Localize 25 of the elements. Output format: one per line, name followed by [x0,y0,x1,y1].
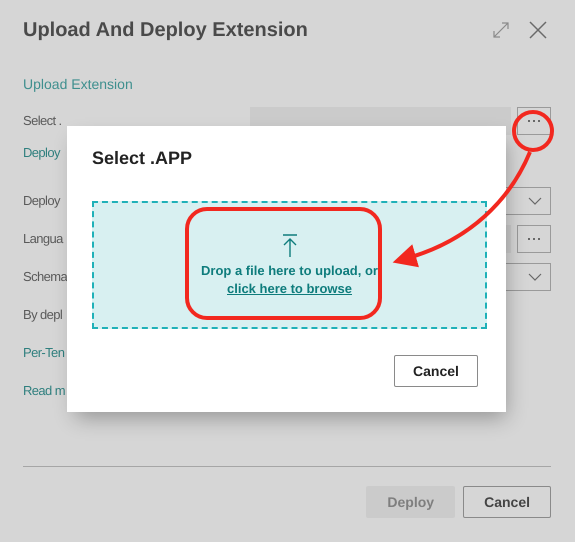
field-label: Deploy [23,193,60,208]
lookup-button[interactable] [517,225,551,253]
modal-title: Select .APP [92,148,194,169]
highlight-circle [512,110,554,152]
close-icon[interactable] [529,21,547,39]
more-icon [527,119,541,123]
cancel-button[interactable]: Cancel [394,355,478,387]
action-link[interactable]: Read m [23,383,65,398]
upload-icon [282,234,298,258]
chevron-down-icon [528,197,542,205]
dialog-title: Upload And Deploy Extension [23,18,309,42]
field-label: Langua [23,231,63,246]
drop-zone[interactable]: Drop a file here to upload, or click here to browse [92,201,487,329]
field-label: Select . [23,113,62,128]
more-icon [527,237,541,241]
footer-button[interactable]: Cancel [463,486,551,518]
field-label: Schema [23,269,68,284]
field-label: By depl [23,307,62,322]
browse-link[interactable]: click here to browse [227,281,352,296]
action-link[interactable]: Deploy [23,145,60,160]
section-link[interactable]: Upload Extension [23,76,133,92]
expand-icon[interactable] [493,22,509,38]
action-link[interactable]: Per-Ten [23,345,64,360]
chevron-down-icon [528,273,542,281]
drop-instruction: Drop a file here to upload, or [201,263,378,278]
